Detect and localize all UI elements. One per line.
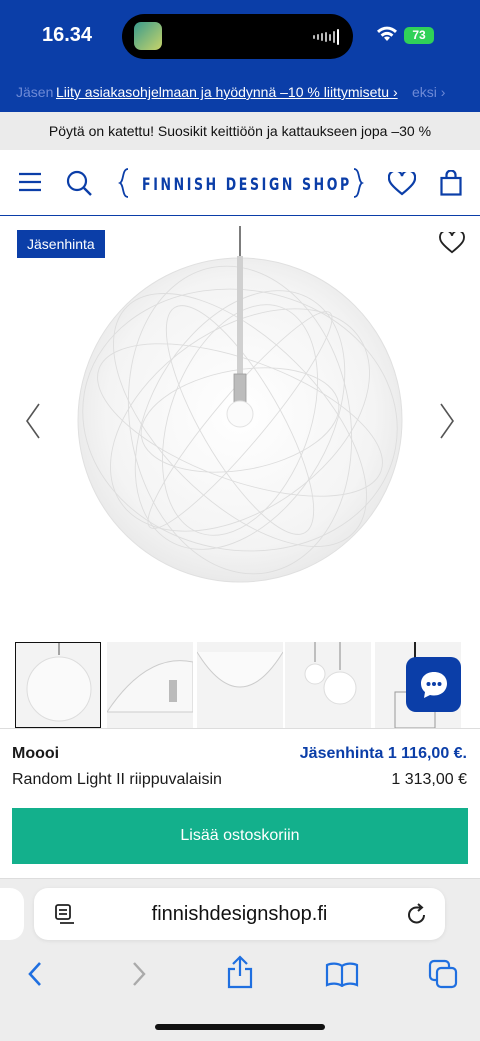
logo-brace-left [118,168,129,198]
site-logo[interactable]: FINNISH DESIGN SHOP [118,168,364,198]
battery-indicator: 73 [404,27,434,44]
chat-button[interactable] [406,657,461,712]
logo-text: FINNISH DESIGN SHOP [142,175,352,195]
bookmarks-icon[interactable] [325,961,359,987]
status-time: 16.34 [42,24,93,46]
wifi-icon [377,26,397,41]
thumbnail-ball-image [26,643,92,722]
regular-price: 1 313,00 € [391,771,467,788]
product-image[interactable] [70,226,410,586]
back-icon[interactable] [26,961,44,987]
status-and-promo-area: 16.34 73 Jäsen Liity asiakasohjelmaan ja… [0,0,480,112]
product-brand[interactable]: Moooi [12,745,59,763]
browser-toolbar: finnishdesignshop.fi [0,879,480,1041]
promo-ghost-left: Jäsen [16,84,54,100]
thumbnail-group-image [304,642,357,705]
tabs-icon[interactable] [428,959,458,989]
heart-icon[interactable] [388,172,416,196]
logo-brace-right [353,168,364,198]
dynamic-island [122,14,353,59]
member-price: Jäsenhinta 1 116,00 €. [299,745,467,762]
thumbnail-2[interactable] [107,642,193,728]
announcement-bar[interactable]: Pöytä on katettu! Suosikit keittiöön ja … [0,112,480,150]
chevron-right-icon[interactable] [438,402,456,440]
audio-wave-icon [313,28,339,46]
forward-icon [133,962,146,986]
thumbnail-4[interactable] [285,642,371,728]
search-icon[interactable] [66,170,92,196]
menu-icon[interactable] [18,170,42,194]
member-price-badge: Jäsenhinta [17,230,105,258]
divider [0,728,480,729]
address-bar[interactable]: finnishdesignshop.fi [34,888,445,940]
share-icon[interactable] [226,955,254,989]
promo-ghost-right: eksi › [412,84,446,100]
chat-bubble-icon [421,672,447,698]
bag-icon[interactable] [440,170,462,196]
add-to-cart-button[interactable]: Lisää ostoskoriin [12,808,468,864]
site-header: FINNISH DESIGN SHOP [0,150,480,216]
thumbnail-detail-image [107,660,193,713]
thumbnail-texture-image [197,651,283,688]
product-name: Random Light II riippuvalaisin [12,771,222,788]
membership-promo[interactable]: Jäsen Liity asiakasohjelmaan ja hyödynnä… [0,80,480,106]
home-indicator [155,1024,325,1030]
now-playing-app-icon [134,22,162,50]
previous-tab-preview[interactable] [0,888,24,940]
thumbnail-3[interactable] [197,642,283,728]
favorite-heart-icon[interactable] [439,232,465,254]
thumbnail-1[interactable] [15,642,101,728]
promo-link[interactable]: Liity asiakasohjelmaan ja hyödynnä –10 %… [56,84,398,100]
url-text[interactable]: finnishdesignshop.fi [34,903,445,926]
chevron-left-icon[interactable] [24,402,42,440]
reload-icon[interactable] [406,902,428,926]
